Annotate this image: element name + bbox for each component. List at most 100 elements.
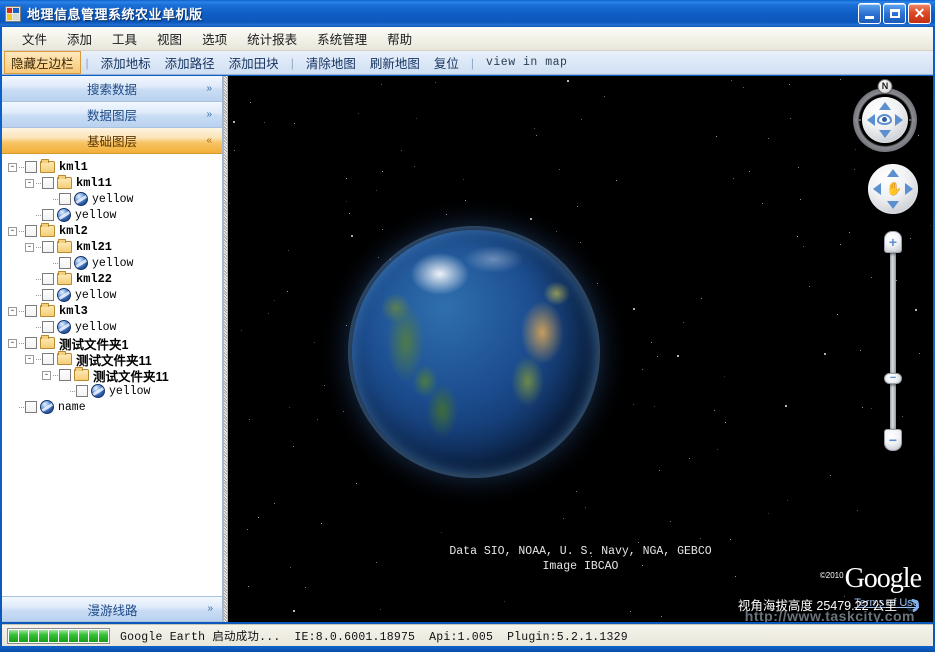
menu-item-6[interactable]: 系统管理 bbox=[307, 26, 377, 51]
tree-expander-icon[interactable]: - bbox=[25, 242, 34, 252]
tree-expander-icon[interactable]: - bbox=[8, 162, 17, 172]
tree-node-checkbox[interactable] bbox=[76, 385, 88, 397]
tree-node-checkbox[interactable] bbox=[59, 257, 71, 269]
menu-item-3[interactable]: 视图 bbox=[147, 26, 192, 51]
toolbar-button-0[interactable]: 隐藏左边栏 bbox=[4, 51, 81, 74]
tree-node[interactable]: yellow bbox=[2, 383, 222, 399]
tree-node[interactable]: yellow bbox=[2, 255, 222, 271]
tree-expander-icon[interactable]: - bbox=[42, 370, 51, 380]
tree-node-checkbox[interactable] bbox=[42, 177, 54, 189]
toolbar-button-7[interactable]: 刷新地图 bbox=[363, 51, 427, 74]
menu-item-4[interactable]: 选项 bbox=[192, 26, 237, 51]
tree-node[interactable]: yellow bbox=[2, 287, 222, 303]
star bbox=[350, 234, 353, 237]
minimize-button[interactable] bbox=[858, 3, 881, 24]
star bbox=[670, 521, 672, 523]
accordion-header-roaming-route[interactable]: 漫游线路 » bbox=[2, 596, 222, 622]
tree-expander-icon[interactable]: - bbox=[8, 338, 17, 348]
tree-connector-line bbox=[70, 390, 75, 392]
tree-node-checkbox[interactable] bbox=[25, 161, 37, 173]
tree-node[interactable]: yellow bbox=[2, 207, 222, 223]
tree-node[interactable]: - kml21 bbox=[2, 239, 222, 255]
star bbox=[824, 353, 827, 356]
accordion-header-0[interactable]: 搜索数据 » bbox=[2, 76, 222, 102]
tree-node[interactable]: - kml1 bbox=[2, 159, 222, 175]
tree-node-checkbox[interactable] bbox=[42, 289, 54, 301]
star bbox=[767, 138, 769, 140]
tree-node-checkbox[interactable] bbox=[42, 209, 54, 221]
chevron-down-icon[interactable]: » bbox=[206, 109, 212, 120]
tree-expander-icon[interactable]: - bbox=[25, 354, 34, 364]
tree-node-label: yellow bbox=[75, 320, 117, 334]
star bbox=[440, 531, 442, 533]
arrow-up-icon[interactable] bbox=[887, 169, 899, 177]
star bbox=[321, 522, 323, 524]
menu-item-2[interactable]: 工具 bbox=[102, 26, 147, 51]
zoom-slider-handle[interactable]: − bbox=[884, 373, 902, 384]
arrow-down-icon[interactable] bbox=[887, 201, 899, 209]
tree-node[interactable]: - 测试文件夹11 bbox=[2, 367, 222, 384]
tree-node-checkbox[interactable] bbox=[42, 273, 54, 285]
menu-item-7[interactable]: 帮助 bbox=[377, 26, 422, 51]
compass-north-marker[interactable]: N bbox=[877, 79, 893, 94]
tree-node-checkbox[interactable] bbox=[25, 225, 37, 237]
map-viewport[interactable]: Data SIO, NOAA, U. S. Navy, NGA, GEBCO I… bbox=[228, 76, 933, 622]
eye-icon[interactable] bbox=[877, 114, 892, 125]
zoom-track[interactable] bbox=[890, 245, 896, 437]
star bbox=[638, 541, 640, 543]
tree-node-checkbox[interactable] bbox=[59, 369, 71, 381]
tree-expander-icon[interactable]: - bbox=[25, 178, 34, 188]
status-message: Google Earth 启动成功... IE:8.0.6001.18975 Api… bbox=[120, 628, 642, 644]
toolbar-button-6[interactable]: 清除地图 bbox=[299, 51, 363, 74]
accordion-header-1[interactable]: 数据图层 » bbox=[2, 102, 222, 128]
tree-node[interactable]: name bbox=[2, 399, 222, 415]
tree-node-checkbox[interactable] bbox=[25, 401, 37, 413]
menu-item-0[interactable]: 文件 bbox=[12, 26, 57, 51]
hand-icon[interactable]: ✋ bbox=[886, 182, 902, 196]
chevron-up-icon[interactable]: « bbox=[206, 135, 212, 146]
star bbox=[653, 405, 655, 407]
accordion-header-2[interactable]: 基础图层 « bbox=[2, 128, 222, 154]
star bbox=[576, 206, 578, 208]
menu-item-1[interactable]: 添加 bbox=[57, 26, 102, 51]
earth-globe[interactable] bbox=[352, 230, 596, 474]
arrow-left-icon[interactable] bbox=[867, 114, 875, 126]
tree-expander-icon[interactable]: - bbox=[8, 306, 17, 316]
arrow-down-icon[interactable] bbox=[879, 130, 891, 138]
tree-expander-icon[interactable]: - bbox=[8, 226, 17, 236]
tree-node-checkbox[interactable] bbox=[42, 241, 54, 253]
arrow-left-icon[interactable] bbox=[873, 183, 881, 195]
arrow-up-icon[interactable] bbox=[879, 102, 891, 110]
chevron-down-icon[interactable]: » bbox=[206, 83, 212, 94]
tree-node-checkbox[interactable] bbox=[59, 193, 71, 205]
zoom-out-button[interactable]: − bbox=[884, 429, 902, 451]
maximize-button[interactable] bbox=[883, 3, 906, 24]
tree-node[interactable]: - kml11 bbox=[2, 175, 222, 191]
toolbar-button-3[interactable]: 添加路径 bbox=[158, 51, 222, 74]
zoom-slider[interactable]: + − − bbox=[884, 231, 902, 451]
chevron-down-icon[interactable]: » bbox=[207, 604, 213, 614]
close-button[interactable]: ✕ bbox=[908, 3, 931, 24]
tree-node[interactable]: - kml3 bbox=[2, 303, 222, 319]
tree-node-checkbox[interactable] bbox=[25, 337, 37, 349]
zoom-in-button[interactable]: + bbox=[884, 231, 902, 253]
toolbar-button-4[interactable]: 添加田块 bbox=[222, 51, 286, 74]
toolbar-button-10[interactable]: view in map bbox=[479, 54, 574, 71]
tree-node-checkbox[interactable] bbox=[42, 321, 54, 333]
arrow-right-icon[interactable] bbox=[905, 183, 913, 195]
compass-control[interactable]: N bbox=[853, 79, 917, 152]
star bbox=[434, 81, 436, 83]
star bbox=[258, 517, 260, 519]
toolbar-button-8[interactable]: 复位 bbox=[427, 51, 466, 74]
tree-node[interactable]: - kml2 bbox=[2, 223, 222, 239]
toolbar-button-2[interactable]: 添加地标 bbox=[94, 51, 158, 74]
menu-item-5[interactable]: 统计报表 bbox=[237, 26, 307, 51]
pan-control[interactable]: ✋ bbox=[868, 164, 918, 214]
arrow-right-icon[interactable] bbox=[895, 114, 903, 126]
compass-pad[interactable] bbox=[862, 97, 908, 143]
tree-node-checkbox[interactable] bbox=[42, 353, 54, 365]
tree-node[interactable]: kml22 bbox=[2, 271, 222, 287]
tree-node-checkbox[interactable] bbox=[25, 305, 37, 317]
star bbox=[632, 404, 634, 406]
tree-node[interactable]: yellow bbox=[2, 191, 222, 207]
